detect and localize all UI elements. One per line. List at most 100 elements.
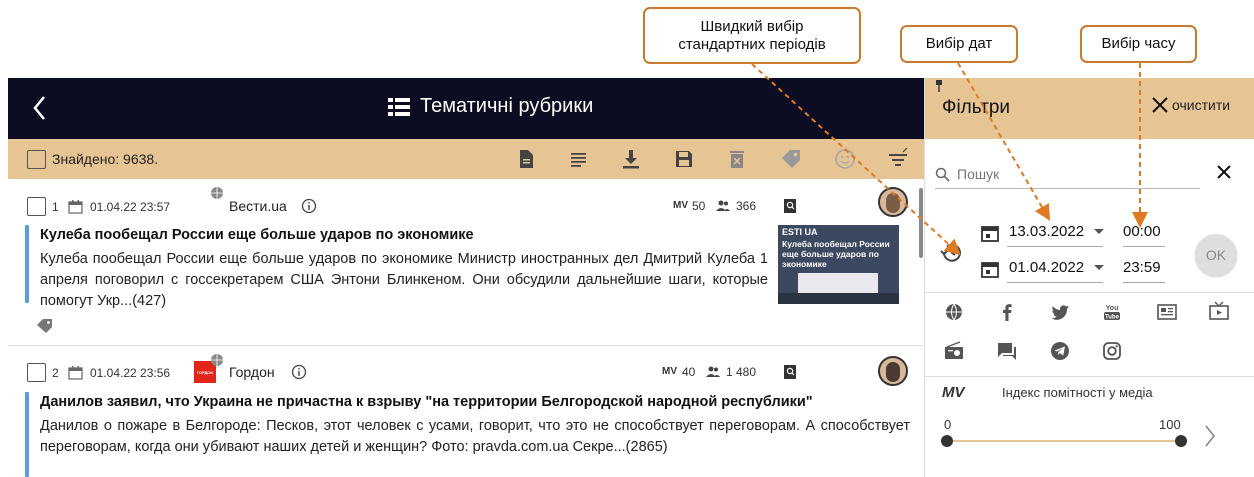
- scrollbar-handle[interactable]: [919, 188, 923, 258]
- text-lines-icon[interactable]: [568, 148, 590, 170]
- mv-range-min-handle[interactable]: [941, 435, 953, 447]
- news-date: 01.04.22 23:57: [90, 200, 171, 214]
- item-tag-icon[interactable]: [36, 317, 54, 333]
- news-checkbox[interactable]: [27, 363, 46, 382]
- select-all-checkbox[interactable]: [27, 150, 46, 169]
- instagram-icon[interactable]: [1101, 340, 1123, 362]
- clear-filters-button[interactable]: очистити: [1150, 95, 1230, 115]
- doc-search-icon[interactable]: [783, 364, 797, 380]
- mv-range-min: 0: [944, 417, 952, 432]
- news-thumbnail[interactable]: ESTI UA Кулеба пообещал России еще больш…: [778, 225, 899, 304]
- thumbnail-caption: Кулеба пообещал России еще больше ударов…: [782, 239, 890, 269]
- sentiment-icon[interactable]: [834, 148, 856, 170]
- thumbnail-logo: ESTI UA: [782, 227, 818, 237]
- search-icon: [935, 167, 950, 182]
- forum-icon[interactable]: [996, 340, 1018, 362]
- facebook-icon[interactable]: [996, 301, 1018, 323]
- ok-button-label: OK: [1205, 247, 1227, 263]
- pin-icon[interactable]: [935, 80, 943, 92]
- news-title[interactable]: Данилов заявил, что Украина не причастна…: [40, 394, 813, 410]
- divider: [925, 376, 1254, 377]
- time-from-field[interactable]: 00:00: [1123, 219, 1167, 247]
- web-icon[interactable]: [943, 301, 965, 323]
- news-title[interactable]: Кулеба пообещал России еще больше ударов…: [40, 227, 474, 243]
- news-number: 1: [52, 200, 59, 214]
- screenshot-stage: Швидкий вибір стандартних періодів Вибір…: [0, 0, 1254, 477]
- svg-text:Tube: Tube: [1105, 315, 1120, 321]
- document-icon[interactable]: [515, 148, 537, 170]
- time-to-underline: [1123, 282, 1165, 283]
- filter-icon[interactable]: [887, 148, 909, 170]
- news-item[interactable]: 1 01.04.22 23:57 Вести.ua MV 50 366 Куле…: [8, 179, 924, 346]
- mv-range-max-handle[interactable]: [1175, 435, 1187, 447]
- results-toolbar: Знайдено: 9638.: [8, 139, 924, 179]
- date-from-underline: [1007, 246, 1103, 247]
- search-input[interactable]: [957, 162, 1197, 186]
- date-from-value: 13.03.2022: [1009, 223, 1085, 240]
- info-icon[interactable]: [291, 364, 307, 380]
- mv-index-title: Індекс помітності у медіа: [1002, 385, 1153, 400]
- delete-icon[interactable]: [726, 148, 748, 170]
- radio-icon[interactable]: [943, 340, 965, 362]
- audience-icon: [706, 366, 720, 377]
- time-to-field[interactable]: 23:59: [1123, 255, 1167, 283]
- filters-panel: Фільтри очистити Пошук 13.03.2022 00:00 …: [924, 78, 1254, 477]
- thumbnail-ground: [778, 293, 899, 304]
- clear-search-icon[interactable]: [1215, 163, 1233, 181]
- back-arrow-icon[interactable]: [28, 92, 52, 124]
- calendar-icon: [68, 200, 83, 214]
- found-count: Знайдено: 9638.: [52, 151, 159, 167]
- history-icon[interactable]: [939, 241, 963, 265]
- telegram-icon[interactable]: [1049, 340, 1071, 362]
- clear-filters-label: очистити: [1172, 97, 1231, 113]
- list-icon: [388, 97, 410, 116]
- youtube-icon[interactable]: You Tube: [1101, 301, 1123, 323]
- date-to-underline: [1007, 282, 1103, 283]
- news-source[interactable]: Гордон: [229, 364, 275, 380]
- close-icon: [1152, 97, 1168, 113]
- mv-range-max: 100: [1159, 417, 1181, 432]
- item-accent-bar: [25, 225, 29, 303]
- callout-date-select-text: Вибір дат: [925, 35, 993, 52]
- divider: [925, 292, 1254, 293]
- dropdown-arrow-icon: [1094, 229, 1104, 234]
- news-checkbox[interactable]: [27, 197, 46, 216]
- callout-quick-periods: Швидкий вибір стандартних періодів: [643, 7, 861, 64]
- thumbnail-building: [798, 273, 878, 295]
- source-logo-text: ГОРДОН: [196, 369, 214, 375]
- page-title: Тематичні рубрики: [388, 95, 593, 118]
- audience-value: 366: [736, 199, 757, 213]
- mv-value: 40: [682, 365, 696, 379]
- calendar-icon: [68, 366, 83, 380]
- tag-icon[interactable]: [780, 148, 802, 170]
- news-source[interactable]: Вести.ua: [229, 198, 287, 214]
- filter-search: [935, 159, 1200, 189]
- news-meta: 1 01.04.22 23:57 Вести.ua MV 50 366: [8, 187, 908, 217]
- tv-icon[interactable]: [1208, 301, 1230, 323]
- filters-header: Фільтри очистити: [925, 78, 1254, 139]
- author-avatar[interactable]: [878, 356, 908, 386]
- news-snippet: Данилов о пожаре в Белгороде: Песков, эт…: [40, 418, 910, 455]
- time-from-value: 00:00: [1123, 223, 1161, 240]
- top-bar: Тематичні рубрики: [8, 78, 924, 139]
- news-item[interactable]: 2 01.04.22 23:56 ГОРДОН Гордон MV 40 1 4…: [8, 346, 924, 477]
- time-to-value: 23:59: [1123, 259, 1161, 276]
- info-icon[interactable]: [301, 198, 317, 214]
- doc-search-icon[interactable]: [783, 198, 797, 214]
- news-meta: 2 01.04.22 23:56 ГОРДОН Гордон MV 40 1 4…: [8, 354, 908, 386]
- item-accent-bar: [25, 392, 29, 477]
- mv-index-label: MV: [942, 384, 965, 401]
- dropdown-arrow-icon: [1094, 265, 1104, 270]
- svg-text:You: You: [1106, 305, 1119, 312]
- download-icon[interactable]: [620, 148, 642, 170]
- author-avatar[interactable]: [878, 187, 908, 217]
- newspaper-icon[interactable]: [1156, 301, 1178, 323]
- audience-value: 1 480: [726, 365, 757, 379]
- callout-quick-periods-text: Швидкий вибір стандартних періодів: [678, 17, 826, 53]
- mv-range-track[interactable]: [947, 440, 1181, 442]
- ok-button[interactable]: OK: [1195, 234, 1237, 276]
- save-icon[interactable]: [673, 148, 695, 170]
- twitter-icon[interactable]: [1049, 301, 1071, 323]
- chevron-right-icon[interactable]: [1203, 424, 1217, 448]
- web-source-icon: [211, 187, 223, 199]
